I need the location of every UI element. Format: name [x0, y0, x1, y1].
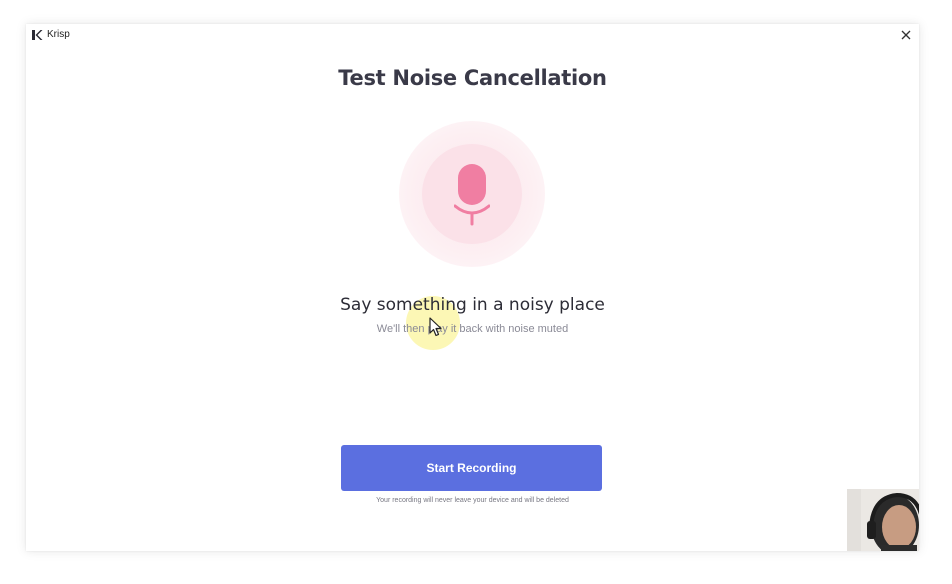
start-recording-button[interactable]: Start Recording	[341, 445, 602, 491]
webcam-overlay	[847, 489, 919, 551]
page-title: Test Noise Cancellation	[338, 66, 607, 90]
headline: Say something in a noisy place	[340, 295, 605, 315]
krisp-window: Krisp Test Noise Cancellation Say someth…	[26, 24, 919, 551]
microphone-icon	[454, 164, 490, 226]
person-icon	[847, 489, 919, 551]
close-icon[interactable]	[898, 27, 914, 43]
privacy-note: Your recording will never leave your dev…	[376, 497, 569, 504]
app-name: Krisp	[47, 29, 70, 40]
krisp-logo-icon	[32, 30, 43, 40]
title-bar: Krisp	[26, 24, 919, 46]
subheadline: We'll then play it back with noise muted	[376, 323, 569, 335]
mouse-pointer-icon	[429, 317, 442, 337]
